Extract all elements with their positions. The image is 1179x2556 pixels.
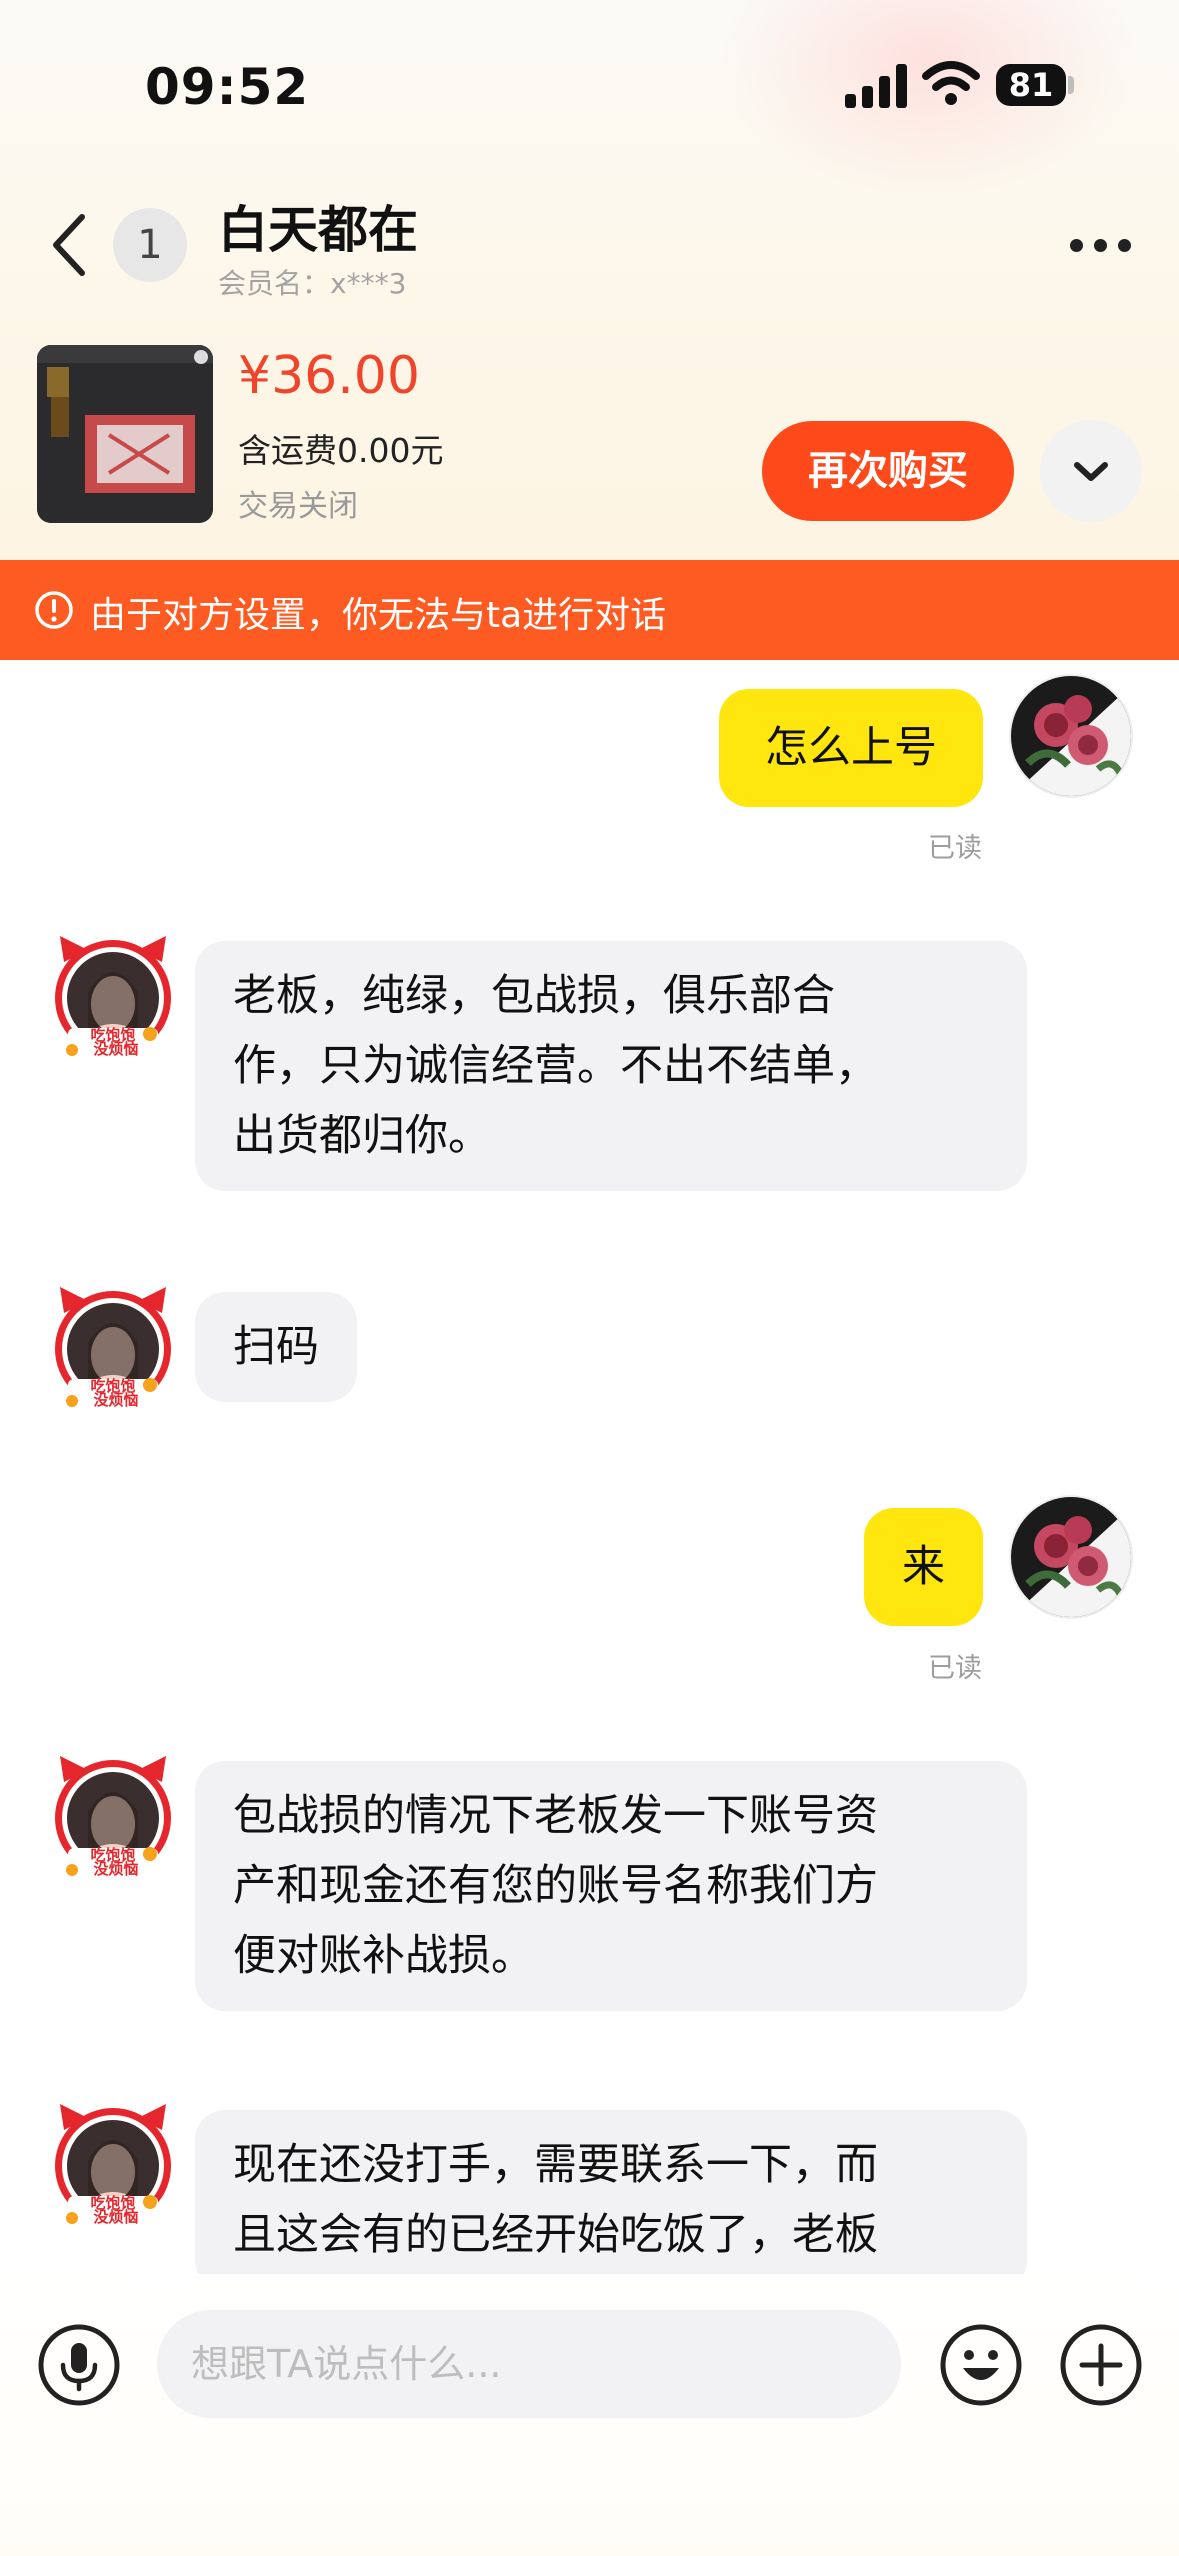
member-name: 会员名：x***3 (218, 267, 407, 300)
message-line: 老板，纯绿，包战损，俱乐部合 (233, 971, 835, 1021)
chevron-down-icon (1074, 462, 1108, 481)
contact-avatar[interactable]: 吃饱饱 没烦恼 (50, 1283, 176, 1409)
battery-tip (1068, 76, 1074, 94)
avatar-badge-line2: 没烦恼 (93, 1040, 138, 1058)
contact-avatar[interactable]: 吃饱饱 没烦恼 (50, 932, 176, 1058)
shipping-fee: 含运费0.00元 (238, 431, 444, 470)
product-price: ¥36.00 (238, 346, 420, 406)
banner-text: 由于对方设置，你无法与ta进行对话 (90, 595, 667, 636)
message-bubble-contact[interactable]: 现在还没打手，需要联系一下，而 且这会有的已经开始吃饭了，老板 (195, 2110, 1027, 2274)
read-receipt: 已读 (928, 1653, 982, 1684)
contact-avatar[interactable]: 吃饱饱 没烦恼 (50, 1752, 176, 1878)
message-bubble-contact[interactable]: 包战损的情况下老板发一下账号资 产和现金还有您的账号名称我们方 便对账补战损。 (195, 1761, 1027, 2011)
message-line: 出货都归你。 (233, 1111, 491, 1161)
unread-count-badge[interactable]: 1 (113, 208, 187, 282)
message-line: 扫码 (233, 1322, 319, 1372)
my-avatar[interactable] (1008, 673, 1134, 799)
wifi-icon (922, 61, 980, 105)
message-input[interactable] (157, 2310, 901, 2418)
message-bubble-contact[interactable]: 扫码 (195, 1292, 357, 1402)
chat-title: 白天都在 (218, 201, 418, 259)
expand-button[interactable] (1040, 420, 1142, 522)
message-line: 现在还没打手，需要联系一下，而 (233, 2140, 878, 2190)
read-receipt: 已读 (928, 833, 982, 864)
cellular-signal-icon (845, 64, 907, 108)
message-clip-area: 吃饱饱 没烦恼 现在还没打手，需要联系一下，而 且这会有的已经开始吃饭了，老板 (0, 2090, 1179, 2274)
avatar-badge-line2: 没烦恼 (93, 1860, 138, 1878)
message-line: 且这会有的已经开始吃饭了，老板 (233, 2210, 878, 2260)
microphone-icon[interactable] (37, 2323, 121, 2407)
alert-circle-icon (35, 591, 73, 629)
rebuy-button[interactable]: 再次购买 (762, 421, 1014, 521)
avatar-badge-line2: 没烦恼 (93, 1391, 138, 1409)
battery-indicator: 81 (996, 64, 1066, 106)
status-time: 09:52 (145, 58, 310, 116)
emoji-smile-icon[interactable] (938, 2322, 1024, 2408)
message-line: 产和现金还有您的账号名称我们方 (233, 1861, 878, 1911)
message-line: 作，只为诚信经营。不出不结单， (233, 1041, 878, 1091)
more-dots-icon[interactable] (1060, 220, 1140, 270)
message-line: 包战损的情况下老板发一下账号资 (233, 1791, 878, 1841)
chat-disabled-banner: 由于对方设置，你无法与ta进行对话 (0, 560, 1179, 660)
plus-circle-icon[interactable] (1058, 2322, 1144, 2408)
my-avatar[interactable] (1008, 1494, 1134, 1620)
message-line: 便对账补战损。 (233, 1931, 534, 1981)
message-bubble-mine[interactable]: 怎么上号 (719, 689, 983, 807)
product-thumbnail[interactable] (37, 345, 213, 523)
message-bubble-contact[interactable]: 老板，纯绿，包战损，俱乐部合 作，只为诚信经营。不出不结单， 出货都归你。 (195, 941, 1027, 1191)
order-status: 交易关闭 (238, 489, 358, 524)
avatar-badge-line2: 没烦恼 (93, 2208, 138, 2226)
contact-avatar[interactable]: 吃饱饱 没烦恼 (50, 2100, 176, 2226)
message-bubble-mine[interactable]: 来 (864, 1508, 983, 1626)
chevron-left-icon[interactable] (40, 205, 100, 285)
